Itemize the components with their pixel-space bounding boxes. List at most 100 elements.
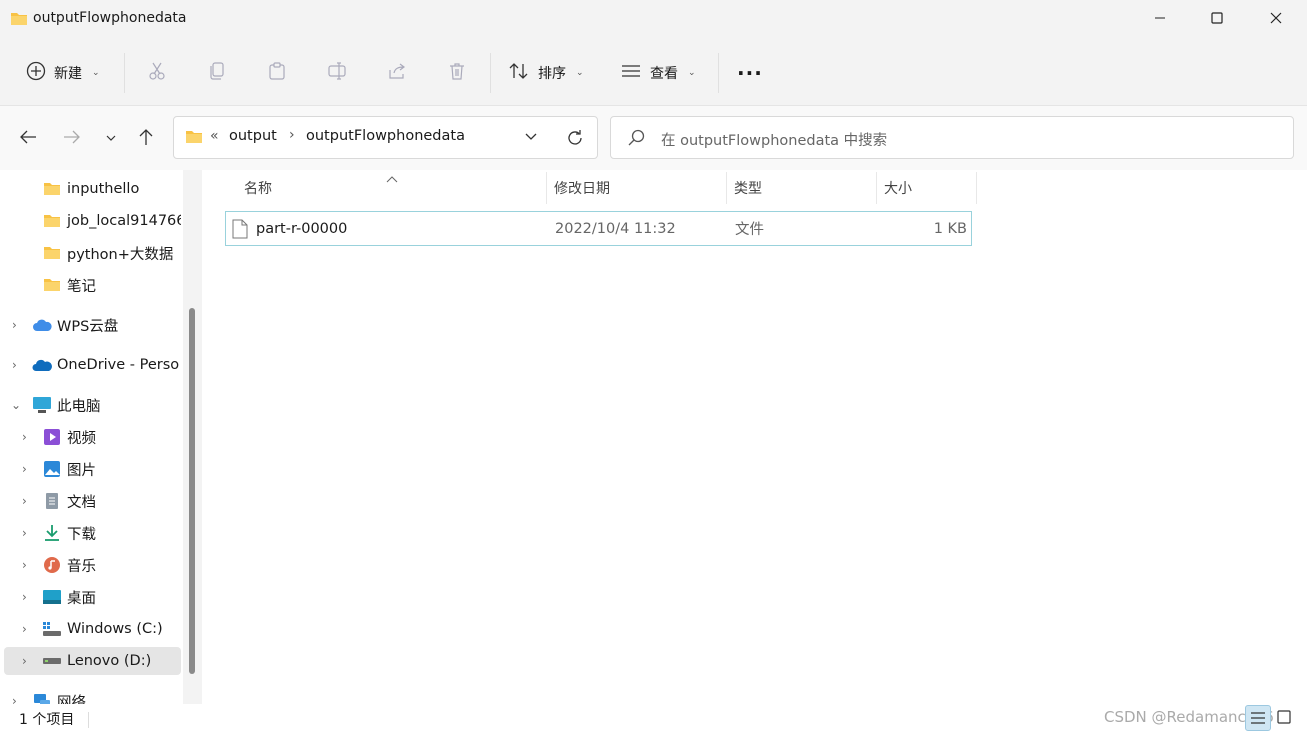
file-list: 名称 修改日期 类型 大小 part-r-00000 2022/10/4 11:…: [202, 170, 1307, 704]
clipboard-icon: [267, 61, 287, 85]
chevron-down-icon[interactable]: [524, 131, 538, 147]
chevron-right-icon[interactable]: ›: [22, 526, 27, 540]
view-button[interactable]: 查看 ⌄: [620, 56, 696, 90]
share-button[interactable]: [382, 58, 412, 88]
chevron-right-icon[interactable]: ›: [22, 558, 27, 572]
column-header-type[interactable]: 类型: [734, 170, 762, 206]
sort-label: 排序: [538, 66, 566, 82]
chevron-right-icon[interactable]: ›: [22, 654, 27, 668]
scissors-icon: [147, 61, 167, 85]
sort-ascending-icon: [386, 172, 398, 188]
column-header-modified[interactable]: 修改日期: [554, 170, 610, 206]
details-view-button[interactable]: [1245, 705, 1271, 731]
overflow-indicator[interactable]: «: [210, 128, 219, 144]
delete-button[interactable]: [442, 58, 472, 88]
forward-button[interactable]: [57, 124, 87, 154]
search-icon: [627, 129, 645, 151]
chevron-right-icon[interactable]: ›: [12, 358, 17, 372]
chevron-right-icon[interactable]: ›: [22, 462, 27, 476]
drive-icon: [42, 619, 62, 639]
sidebar-item-documents[interactable]: › 文档: [4, 487, 181, 515]
arrow-up-icon: [138, 128, 154, 150]
folder-icon: [10, 11, 28, 31]
column-header-label: 名称: [244, 181, 272, 197]
scrollbar-thumb[interactable]: [189, 308, 195, 674]
more-options-button[interactable]: ···: [737, 56, 763, 90]
sidebar-item-network[interactable]: › 网络: [4, 687, 181, 704]
refresh-icon[interactable]: [565, 128, 585, 152]
sidebar-item-label: 桌面: [67, 590, 96, 607]
chevron-down-icon: ⌄: [576, 68, 584, 78]
sidebar-item-videos[interactable]: › 视频: [4, 423, 181, 451]
chevron-down-icon[interactable]: ⌄: [11, 398, 21, 412]
chevron-right-icon[interactable]: ›: [22, 622, 27, 636]
chevron-right-icon[interactable]: ›: [12, 318, 17, 332]
cut-button[interactable]: [142, 58, 172, 88]
sidebar-item-label: 网络: [57, 694, 86, 705]
download-icon: [42, 523, 62, 543]
sidebar-item-label: OneDrive - Perso: [57, 357, 180, 373]
column-divider[interactable]: [876, 172, 877, 204]
minimize-icon: [1154, 12, 1166, 28]
sidebar-item-music[interactable]: › 音乐: [4, 551, 181, 579]
breadcrumb-current[interactable]: outputFlowphonedata: [306, 128, 465, 144]
chevron-right-icon[interactable]: ›: [12, 694, 17, 704]
sidebar-item-onedrive[interactable]: › OneDrive - Perso: [4, 351, 181, 379]
sidebar-item-pictures[interactable]: › 图片: [4, 455, 181, 483]
chevron-down-icon: ⌄: [688, 68, 696, 78]
details-view-icon: [1250, 710, 1266, 730]
sidebar-item-label: Windows (C:): [67, 621, 163, 637]
address-bar[interactable]: « output › outputFlowphonedata: [173, 116, 598, 159]
folder-icon: [42, 179, 62, 199]
recent-locations-button[interactable]: [96, 124, 126, 154]
column-divider[interactable]: [726, 172, 727, 204]
sidebar-item-inputhello[interactable]: inputhello: [4, 175, 181, 203]
sort-button[interactable]: 排序 ⌄: [508, 56, 584, 90]
rename-icon: [327, 61, 347, 85]
breadcrumb-output[interactable]: output: [229, 128, 277, 144]
sort-icon: [508, 61, 530, 85]
arrow-right-icon: [63, 129, 81, 149]
column-divider[interactable]: [976, 172, 977, 204]
close-button[interactable]: [1247, 0, 1305, 40]
maximize-button[interactable]: [1188, 0, 1246, 40]
chevron-right-icon[interactable]: ›: [22, 590, 27, 604]
sidebar-item-label: 此电脑: [57, 398, 101, 415]
divider: [124, 53, 125, 93]
sidebar-scrollbar[interactable]: [183, 170, 202, 704]
paste-button[interactable]: [262, 58, 292, 88]
copy-button[interactable]: [202, 58, 232, 88]
sidebar-item-notes[interactable]: 笔记: [4, 271, 181, 299]
sidebar-item-job-local[interactable]: job_local914766: [4, 207, 181, 235]
sidebar-item-wps-cloud[interactable]: › WPS云盘: [4, 311, 181, 339]
chevron-right-icon[interactable]: ›: [22, 430, 27, 444]
sidebar-item-this-pc[interactable]: ⌄ 此电脑: [4, 391, 181, 419]
sidebar-item-python[interactable]: python+大数据: [4, 239, 181, 267]
chevron-right-icon[interactable]: ›: [22, 494, 27, 508]
rename-button[interactable]: [322, 58, 352, 88]
command-bar: 新建 ⌄ 排序 ⌄ 查看 ⌄ ···: [0, 40, 1307, 106]
trash-icon: [447, 61, 467, 85]
network-icon: [32, 691, 52, 704]
back-button[interactable]: [13, 124, 43, 154]
sidebar-item-downloads[interactable]: › 下载: [4, 519, 181, 547]
column-header-size[interactable]: 大小: [884, 170, 912, 206]
folder-icon: [42, 275, 62, 295]
sidebar-item-desktop[interactable]: › 桌面: [4, 583, 181, 611]
sidebar-item-drive-c[interactable]: › Windows (C:): [4, 615, 181, 643]
up-button[interactable]: [131, 124, 161, 154]
search-box[interactable]: 在 outputFlowphonedata 中搜索: [610, 116, 1294, 159]
table-row[interactable]: part-r-00000 2022/10/4 11:32 文件 1 KB: [225, 211, 972, 246]
window-title: outputFlowphonedata: [33, 10, 187, 26]
folder-icon: [42, 211, 62, 231]
sidebar-item-drive-d[interactable]: › Lenovo (D:): [4, 647, 181, 675]
search-input[interactable]: 在 outputFlowphonedata 中搜索: [661, 129, 887, 150]
pc-icon: [32, 395, 52, 415]
tiles-view-button[interactable]: [1276, 709, 1292, 729]
video-icon: [42, 427, 62, 447]
column-divider[interactable]: [546, 172, 547, 204]
sidebar-item-label: Lenovo (D:): [67, 653, 152, 669]
column-header-name[interactable]: 名称: [244, 170, 272, 206]
new-button[interactable]: 新建 ⌄: [26, 56, 100, 90]
minimize-button[interactable]: [1131, 0, 1189, 40]
